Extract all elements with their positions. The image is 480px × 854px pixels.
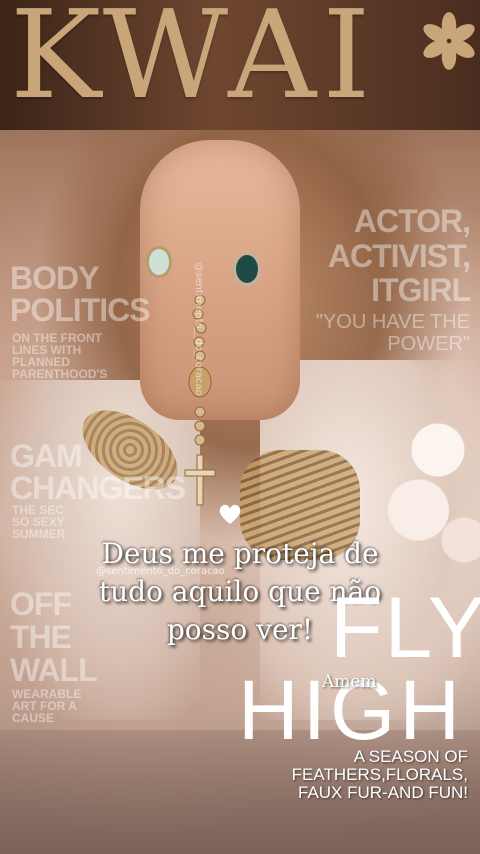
- heart-icon: [219, 504, 241, 524]
- cover-fly: FLY: [330, 580, 480, 676]
- mag-front-lines: ON THE FRONT LINES WITH PLANNED PARENTHO…: [12, 331, 108, 381]
- mag-itgirl: ITGIRL: [371, 272, 471, 308]
- season-line-2: FEATHERS,FLORALS,: [291, 765, 468, 784]
- watermark-vertical: @sentimento__do_coracao: [193, 262, 204, 396]
- mag-wall: WALL: [10, 652, 98, 688]
- season-line-1: A SEASON OF: [353, 747, 468, 766]
- mag-wearable-art: WEARABLE ART FOR A CAUSE: [12, 687, 82, 725]
- mag-actor: ACTOR,: [353, 203, 471, 239]
- mag-power: POWER": [387, 333, 470, 355]
- mag-body-politics: BODY POLITICS: [10, 260, 151, 328]
- mag-changers: CHANGERS: [10, 470, 186, 506]
- ring-right-icon: [233, 252, 261, 286]
- amem-text: Amem: [322, 672, 377, 692]
- season-caption: A SEASON OF FEATHERS,FLORALS, FAUX FUR-A…: [292, 748, 468, 802]
- mag-gam: GAM: [10, 438, 83, 474]
- kwai-logo: KWAI: [10, 0, 377, 126]
- praying-hands: [140, 140, 300, 420]
- mag-you-have: "YOU HAVE THE: [315, 311, 470, 333]
- season-line-3: FAUX FUR-AND FUN!: [298, 783, 468, 802]
- watermark-handle: @sentimento_do_coracao: [96, 566, 225, 577]
- mag-activist: ACTIVIST,: [327, 238, 471, 274]
- flower-asterisk-icon: [423, 12, 475, 70]
